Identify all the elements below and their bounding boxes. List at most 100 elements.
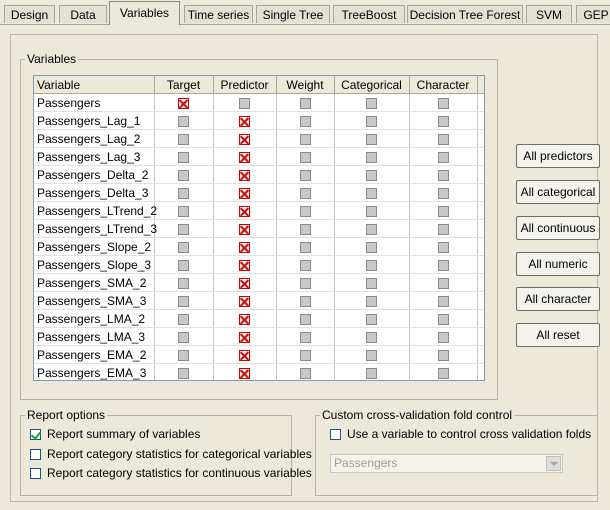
tab-time-series[interactable]: Time series [184, 5, 253, 23]
all-numeric-button[interactable]: All numeric [516, 252, 600, 276]
table-row[interactable]: Passengers_EMA_3 [34, 363, 484, 380]
predictor-checkbox[interactable] [239, 331, 250, 343]
categorical-checkbox[interactable] [366, 115, 377, 127]
categorical-checkbox[interactable] [366, 97, 377, 109]
table-row[interactable]: Passengers_Lag_3 [34, 147, 484, 166]
character-checkbox[interactable] [437, 205, 449, 217]
report-categorical-checkbox[interactable] [30, 449, 41, 460]
all-continuous-button[interactable]: All continuous [516, 216, 600, 240]
tab-decision-tree-forest[interactable]: Decision Tree Forest [407, 5, 523, 23]
categorical-checkbox[interactable] [366, 313, 377, 325]
use-variable-option[interactable]: Use a variable to control cross validati… [330, 426, 591, 442]
column-header-variable[interactable]: Variable [34, 76, 155, 94]
target-checkbox[interactable] [178, 313, 189, 325]
target-checkbox[interactable] [178, 349, 189, 361]
weight-checkbox[interactable] [299, 115, 311, 127]
categorical-checkbox[interactable] [366, 151, 377, 163]
categorical-checkbox[interactable] [366, 187, 377, 199]
character-checkbox[interactable] [437, 331, 449, 343]
report-summary-option[interactable]: Report summary of variables [30, 426, 200, 442]
predictor-checkbox[interactable] [239, 151, 250, 163]
table-row[interactable]: Passengers_Lag_2 [34, 129, 484, 148]
target-checkbox[interactable] [178, 223, 189, 235]
target-checkbox[interactable] [178, 187, 189, 199]
weight-checkbox[interactable] [299, 187, 311, 199]
categorical-checkbox[interactable] [366, 241, 377, 253]
weight-checkbox[interactable] [299, 295, 311, 307]
chevron-down-icon[interactable] [546, 456, 561, 471]
target-checkbox[interactable] [178, 133, 189, 145]
weight-checkbox[interactable] [299, 223, 311, 235]
use-variable-checkbox[interactable] [330, 429, 341, 440]
column-header-categorical[interactable]: Categorical [334, 76, 410, 94]
table-row[interactable]: Passengers_LMA_3 [34, 327, 484, 346]
target-checkbox[interactable] [178, 367, 189, 379]
column-header-target[interactable]: Target [154, 76, 214, 94]
tab-treeboost[interactable]: TreeBoost [333, 5, 405, 23]
weight-checkbox[interactable] [299, 169, 311, 181]
table-row[interactable]: Passengers_Delta_3 [34, 183, 484, 202]
tab-variables[interactable]: Variables [109, 1, 180, 25]
all-character-button[interactable]: All character [516, 287, 600, 311]
predictor-checkbox[interactable] [239, 187, 250, 199]
predictor-checkbox[interactable] [239, 205, 250, 217]
categorical-checkbox[interactable] [366, 331, 377, 343]
target-checkbox[interactable] [178, 295, 189, 307]
categorical-checkbox[interactable] [366, 349, 377, 361]
predictor-checkbox[interactable] [239, 97, 250, 109]
categorical-checkbox[interactable] [366, 367, 377, 379]
target-checkbox[interactable] [178, 97, 189, 109]
table-row[interactable]: Passengers_Lag_1 [34, 111, 484, 130]
categorical-checkbox[interactable] [366, 223, 377, 235]
weight-checkbox[interactable] [299, 277, 311, 289]
target-checkbox[interactable] [178, 115, 189, 127]
weight-checkbox[interactable] [299, 313, 311, 325]
weight-checkbox[interactable] [299, 259, 311, 271]
table-row[interactable]: Passengers_EMA_2 [34, 345, 484, 364]
all-categorical-button[interactable]: All categorical [516, 180, 600, 204]
weight-checkbox[interactable] [299, 133, 311, 145]
weight-checkbox[interactable] [299, 331, 311, 343]
report-continuous-option[interactable]: Report category statistics for continuou… [30, 465, 312, 481]
character-checkbox[interactable] [437, 259, 449, 271]
all-reset-button[interactable]: All reset [516, 323, 600, 347]
predictor-checkbox[interactable] [239, 295, 250, 307]
target-checkbox[interactable] [178, 151, 189, 163]
character-checkbox[interactable] [437, 151, 449, 163]
tab-data[interactable]: Data [59, 5, 107, 23]
character-checkbox[interactable] [437, 349, 449, 361]
character-checkbox[interactable] [437, 133, 449, 145]
predictor-checkbox[interactable] [239, 259, 250, 271]
categorical-checkbox[interactable] [366, 169, 377, 181]
weight-checkbox[interactable] [299, 241, 311, 253]
target-checkbox[interactable] [178, 241, 189, 253]
predictor-checkbox[interactable] [239, 367, 250, 379]
column-header-weight[interactable]: Weight [276, 76, 335, 94]
table-row[interactable]: Passengers_Slope_3 [34, 255, 484, 274]
weight-checkbox[interactable] [299, 151, 311, 163]
character-checkbox[interactable] [437, 367, 449, 379]
weight-checkbox[interactable] [299, 349, 311, 361]
column-header-predictor[interactable]: Predictor [213, 76, 277, 94]
table-row[interactable]: Passengers_Delta_2 [34, 165, 484, 184]
predictor-checkbox[interactable] [239, 223, 250, 235]
report-continuous-checkbox[interactable] [30, 468, 41, 479]
column-header-character[interactable]: Character [409, 76, 478, 94]
categorical-checkbox[interactable] [366, 259, 377, 271]
predictor-checkbox[interactable] [239, 115, 250, 127]
table-row[interactable]: Passengers_Slope_2 [34, 237, 484, 256]
character-checkbox[interactable] [437, 295, 449, 307]
categorical-checkbox[interactable] [366, 277, 377, 289]
predictor-checkbox[interactable] [239, 277, 250, 289]
report-summary-checkbox[interactable] [30, 429, 41, 440]
character-checkbox[interactable] [437, 241, 449, 253]
character-checkbox[interactable] [437, 169, 449, 181]
table-row[interactable]: Passengers_LTrend_3 [34, 219, 484, 238]
categorical-checkbox[interactable] [366, 133, 377, 145]
table-row[interactable]: Passengers_LMA_2 [34, 309, 484, 328]
character-checkbox[interactable] [437, 115, 449, 127]
fold-variable-select[interactable]: Passengers [330, 454, 563, 473]
character-checkbox[interactable] [437, 223, 449, 235]
character-checkbox[interactable] [437, 277, 449, 289]
categorical-checkbox[interactable] [366, 205, 377, 217]
